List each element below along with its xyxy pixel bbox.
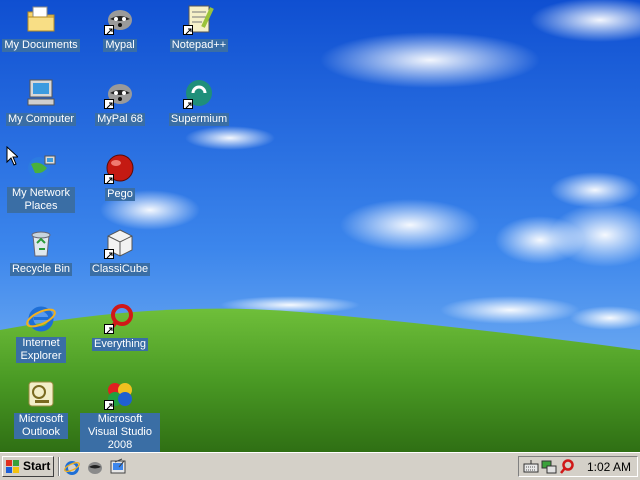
icon-label: Recycle Bin: [9, 263, 73, 276]
mouse-cursor-icon: [6, 146, 18, 166]
windows-flag-icon: [6, 460, 19, 473]
desktop-icon-microsoft-outlook[interactable]: Microsoft Outlook: [0, 378, 82, 440]
show-desktop-icon[interactable]: [109, 458, 127, 476]
folder-documents-icon: [25, 3, 57, 35]
desktop-icon-recycle-bin[interactable]: Recycle Bin: [0, 227, 82, 277]
icon-label: Supermium: [168, 113, 230, 126]
desktop-icon-my-documents[interactable]: My Documents: [0, 3, 82, 53]
desktop-icon-mypal-68[interactable]: MyPal 68: [79, 77, 161, 127]
classicube-cube-icon: [104, 227, 136, 259]
icon-label: Microsoft Outlook: [14, 413, 68, 439]
desktop-icon-mypal[interactable]: Mypal: [79, 3, 161, 53]
system-tray: 1:02 AM: [518, 456, 638, 477]
shortcut-arrow-icon: [183, 99, 193, 109]
icon-label: My Computer: [5, 113, 77, 126]
shortcut-arrow-icon: [104, 25, 114, 35]
icon-label: Pego: [105, 188, 135, 201]
network-icon[interactable]: [541, 459, 557, 475]
icon-label: Notepad++: [169, 39, 229, 52]
desktop-icon-supermium[interactable]: Supermium: [158, 77, 240, 127]
desktop-icon-visual-studio-2008[interactable]: Microsoft Visual Studio 2008: [79, 378, 161, 452]
clock[interactable]: 1:02 AM: [587, 459, 631, 475]
keyboard-icon[interactable]: [523, 459, 539, 475]
outlook-icon: [25, 378, 57, 410]
shortcut-arrow-icon: [183, 25, 193, 35]
desktop-icon-everything[interactable]: Everything: [79, 302, 161, 352]
desktop[interactable]: My Documents My Computer My Network Plac…: [0, 0, 640, 452]
desktop-icon-internet-explorer[interactable]: Internet Explorer: [0, 302, 82, 364]
shortcut-arrow-icon: [104, 99, 114, 109]
computer-icon: [25, 77, 57, 109]
icon-label: Microsoft Visual Studio 2008: [80, 413, 160, 452]
visual-studio-icon: [104, 378, 136, 410]
notepad-plus-plus-icon: [183, 3, 215, 35]
pego-red-ball-icon: [104, 152, 136, 184]
shortcut-arrow-icon: [104, 174, 114, 184]
mypal-raccoon-icon[interactable]: [86, 458, 104, 476]
network-places-icon: [25, 152, 57, 184]
desktop-icon-notepad-plus-plus[interactable]: Notepad++: [158, 3, 240, 53]
shortcut-arrow-icon: [104, 324, 114, 334]
mypal-raccoon-icon: [104, 77, 136, 109]
internet-explorer-icon: [25, 302, 57, 334]
desktop-icon-pego[interactable]: Pego: [79, 152, 161, 202]
supermium-icon: [183, 77, 215, 109]
icon-label: My Documents: [2, 39, 80, 52]
taskbar: Start 1:02 AM: [0, 452, 640, 480]
mypal-raccoon-icon: [104, 3, 136, 35]
search-magnifier-icon[interactable]: [559, 459, 575, 475]
shortcut-arrow-icon: [104, 249, 114, 259]
icon-label: Everything: [92, 338, 148, 351]
icon-label: My Network Places: [7, 187, 75, 213]
icon-label: MyPal 68: [95, 113, 145, 126]
taskbar-separator: [58, 457, 60, 476]
everything-magnifier-icon: [104, 302, 136, 334]
shortcut-arrow-icon: [104, 400, 114, 410]
desktop-icon-classicube[interactable]: ClassiCube: [79, 227, 161, 277]
icon-label: ClassiCube: [89, 263, 151, 276]
internet-explorer-icon[interactable]: [63, 458, 81, 476]
icon-label: Mypal: [103, 39, 137, 52]
desktop-icon-my-computer[interactable]: My Computer: [0, 77, 82, 127]
icon-label: Internet Explorer: [16, 337, 66, 363]
recycle-bin-icon: [25, 227, 57, 259]
start-button[interactable]: Start: [2, 456, 54, 477]
start-label: Start: [23, 459, 51, 473]
